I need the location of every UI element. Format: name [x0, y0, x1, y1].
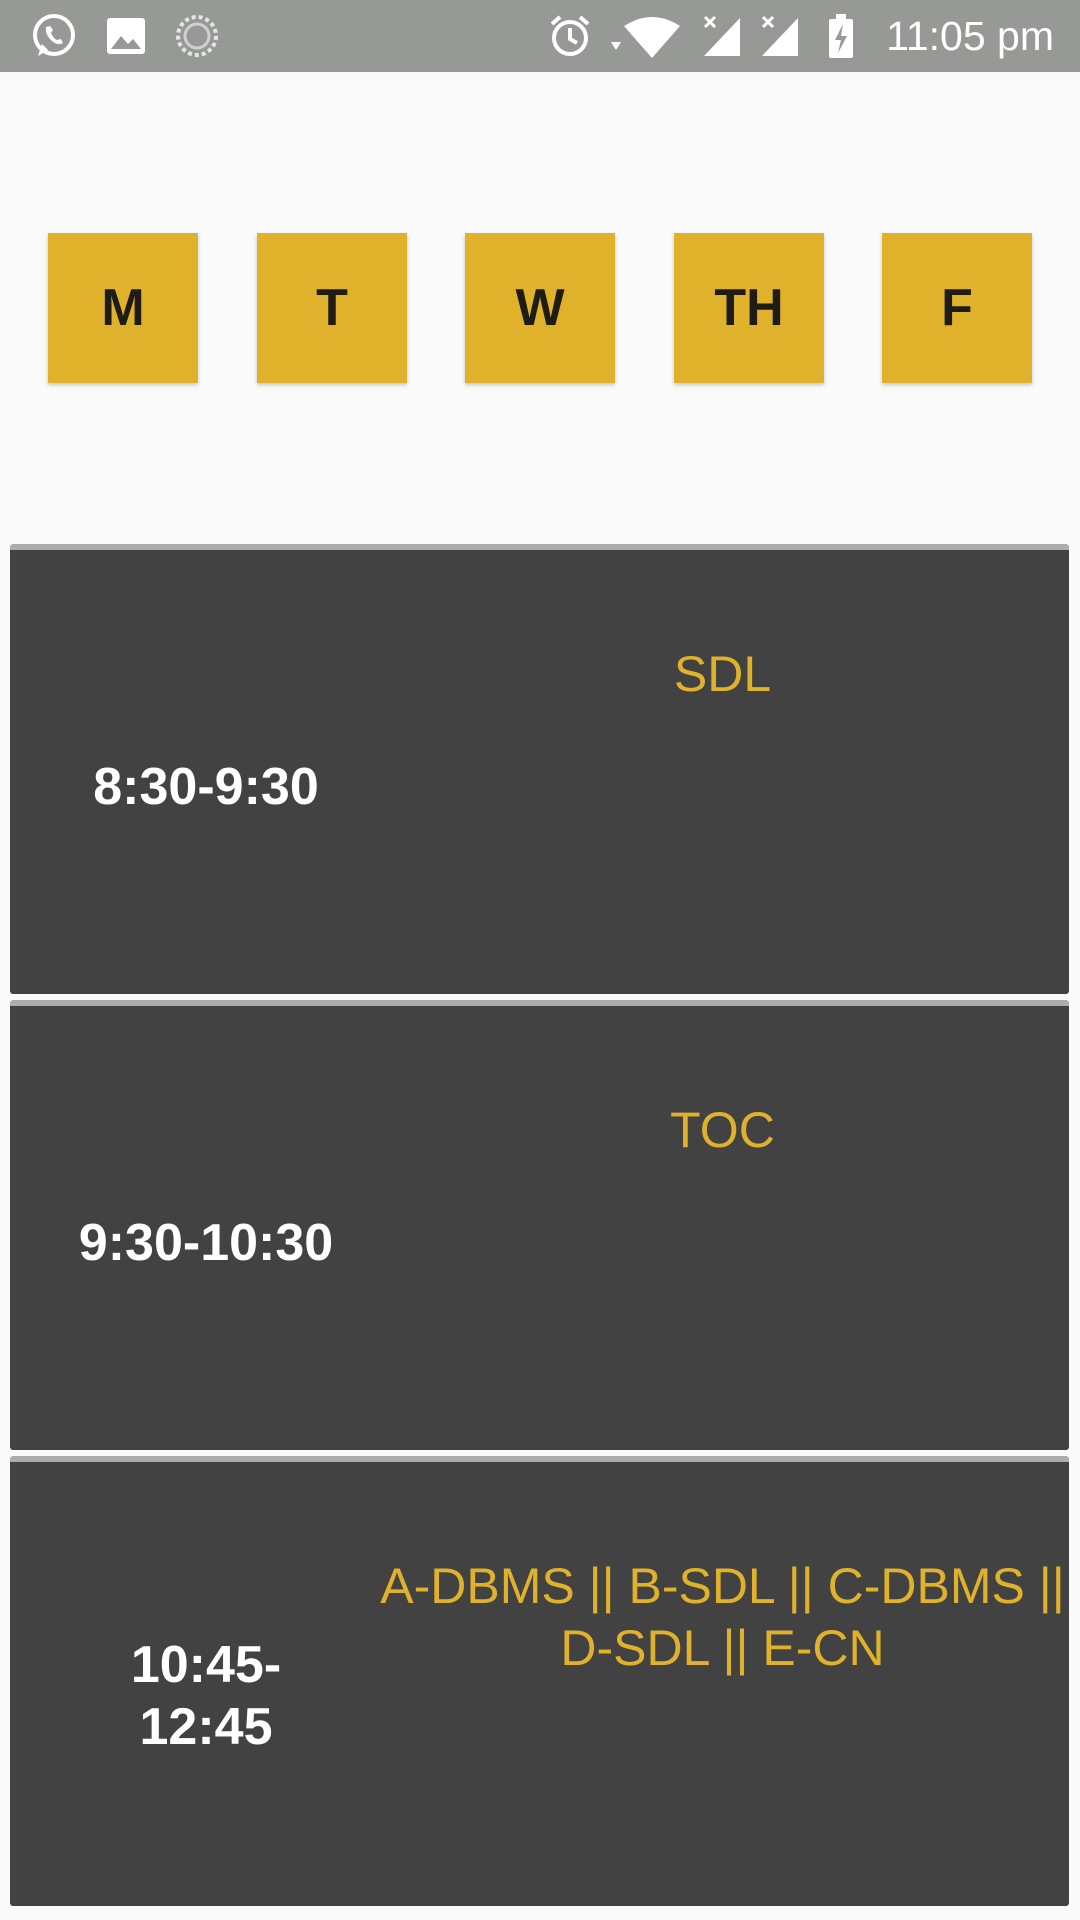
slot-subject: TOC	[670, 1102, 775, 1158]
signal-sim1-icon	[703, 15, 740, 56]
slot-time: 8:30-9:30	[93, 758, 319, 816]
alarm-icon	[550, 15, 590, 56]
gallery-icon	[107, 18, 145, 54]
timetable-slot[interactable]: 8:30-9:30 SDL	[10, 544, 1069, 994]
status-time: 11:05 pm	[886, 13, 1054, 59]
day-button-friday[interactable]: F	[882, 233, 1032, 383]
wifi-icon	[611, 17, 680, 58]
timetable-slot[interactable]: 10:45- 12:45 A-DBMS || B-SDL || C-DBMS |…	[10, 1456, 1069, 1906]
day-selector: M T W TH F	[0, 233, 1080, 383]
day-button-wednesday[interactable]: W	[465, 233, 615, 383]
day-button-monday[interactable]: M	[48, 233, 198, 383]
day-button-tuesday[interactable]: T	[257, 233, 407, 383]
day-button-thursday[interactable]: TH	[674, 233, 824, 383]
status-bar: 11:05 pm	[0, 0, 1080, 72]
timetable-slot[interactable]: 9:30-10:30 TOC	[10, 1000, 1069, 1450]
slot-subject: A-DBMS || B-SDL || C-DBMS || D-SDL || E-…	[380, 1558, 1065, 1676]
battery-charging-icon	[829, 14, 853, 58]
slot-subject: SDL	[673, 646, 772, 702]
slot-time: 9:30-10:30	[78, 1214, 334, 1272]
signal-sim2-icon	[761, 15, 798, 56]
slot-time: 10:45- 12:45	[130, 1636, 282, 1756]
whatsapp-icon	[33, 14, 75, 56]
loading-icon	[176, 15, 218, 57]
